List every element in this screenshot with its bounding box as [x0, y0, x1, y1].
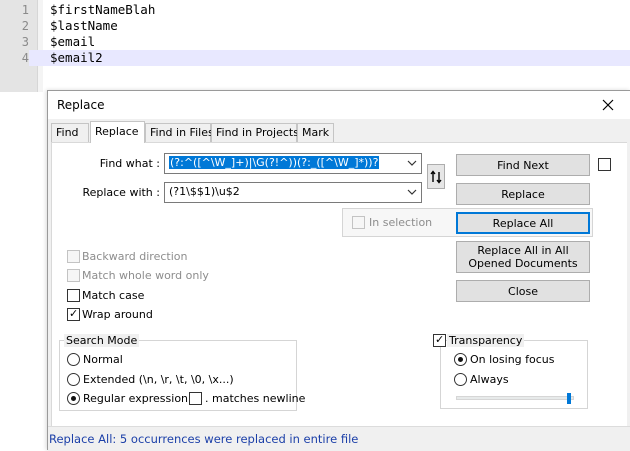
- transparency-slider-thumb[interactable]: [566, 393, 571, 404]
- match-whole-word-checkbox[interactable]: [67, 269, 80, 282]
- normal-radio-label: Normal: [83, 353, 123, 366]
- replace-all-opened-label: Replace All in All Opened Documents: [468, 244, 578, 270]
- find-what-combobox[interactable]: (?:^([^\W_]+)|\G(?!^))(?:_([^\W_]*))?: [164, 153, 422, 174]
- code-editor[interactable]: 1 $firstNameBlah 2 $lastName 3 $email 4 …: [0, 0, 630, 92]
- tab-label: Mark: [302, 126, 330, 139]
- swap-arrows-icon[interactable]: [427, 164, 445, 189]
- tab-find-in-files[interactable]: Find in Files: [145, 123, 214, 142]
- regular-expression-radio[interactable]: [67, 392, 80, 405]
- in-selection-checkbox[interactable]: [352, 216, 365, 229]
- editor-line-current[interactable]: 4 $email2: [0, 50, 630, 66]
- find-next-label: Find Next: [497, 158, 549, 172]
- backward-direction-checkbox[interactable]: [67, 250, 80, 263]
- tab-mark[interactable]: Mark: [297, 123, 334, 142]
- replace-with-label: Replace with :: [82, 186, 160, 199]
- matches-newline-checkbox[interactable]: [189, 392, 202, 405]
- on-losing-focus-label: On losing focus: [470, 353, 555, 366]
- regular-expression-label: Regular expression: [83, 392, 189, 405]
- tab-find-in-projects[interactable]: Find in Projects: [211, 123, 299, 142]
- editor-line[interactable]: 2 $lastName: [0, 18, 630, 34]
- line-number: 2: [21, 19, 29, 33]
- backward-direction-label: Backward direction: [82, 250, 188, 263]
- dialog-title: Replace: [57, 98, 105, 112]
- transparency-slider[interactable]: [456, 396, 574, 400]
- checkmark-icon: ✓: [69, 307, 79, 320]
- replace-label: Replace: [501, 187, 545, 201]
- extended-radio-label: Extended (\n, \r, \t, \0, \x...): [83, 373, 234, 386]
- wrap-around-label: Wrap around: [82, 308, 153, 321]
- tab-bar: Find Replace Find in Files Find in Proje…: [51, 121, 627, 143]
- replace-all-opened-button[interactable]: Replace All in All Opened Documents: [456, 241, 590, 273]
- radio-dot: [458, 357, 463, 362]
- checkmark-icon: ✓: [435, 333, 445, 346]
- replace-with-value[interactable]: (?1\$$1)\u$2: [169, 185, 240, 198]
- match-case-checkbox[interactable]: [67, 289, 80, 302]
- find-what-value[interactable]: (?:^([^\W_]+)|\G(?!^))(?:_([^\W_]*))?: [169, 156, 380, 169]
- line-number: 1: [21, 3, 29, 17]
- matches-newline-label: . matches newline: [205, 392, 306, 405]
- always-label: Always: [470, 373, 509, 386]
- editor-line[interactable]: 3 $email: [0, 34, 630, 50]
- line-text[interactable]: $lastName: [50, 18, 118, 34]
- normal-radio[interactable]: [67, 353, 80, 366]
- replace-all-label: Replace All: [492, 216, 554, 230]
- close-label: Close: [508, 284, 538, 298]
- tab-replace[interactable]: Replace: [90, 121, 145, 143]
- tab-find[interactable]: Find: [51, 123, 89, 142]
- on-losing-focus-radio[interactable]: [454, 353, 467, 366]
- match-case-label: Match case: [82, 289, 145, 302]
- line-text[interactable]: $email: [50, 34, 95, 50]
- chevron-down-icon[interactable]: [407, 158, 417, 168]
- tab-label: Find: [56, 126, 79, 139]
- wrap-around-checkbox[interactable]: ✓: [67, 307, 80, 321]
- status-message: Replace All: 5 occurrences were replaced…: [49, 432, 359, 446]
- find-next-extra-checkbox[interactable]: [598, 158, 611, 171]
- search-mode-title: Search Mode: [64, 334, 140, 347]
- tab-label: Replace: [95, 125, 139, 138]
- replace-button[interactable]: Replace: [456, 183, 590, 205]
- always-radio[interactable]: [454, 373, 467, 386]
- in-selection-label: In selection: [369, 216, 433, 229]
- chevron-down-icon[interactable]: [407, 187, 417, 197]
- status-bar: Replace All: 5 occurrences were replaced…: [48, 426, 630, 451]
- extended-radio[interactable]: [67, 373, 80, 386]
- close-icon[interactable]: [598, 95, 618, 115]
- find-next-button[interactable]: Find Next: [456, 154, 590, 176]
- replace-all-button[interactable]: Replace All: [456, 212, 590, 234]
- transparency-label: Transparency: [447, 334, 525, 347]
- dialog-titlebar[interactable]: Replace: [48, 91, 630, 119]
- line-text[interactable]: $email2: [50, 50, 103, 66]
- tab-label: Find in Files: [150, 126, 214, 139]
- radio-dot: [71, 396, 76, 401]
- transparency-checkbox[interactable]: ✓: [433, 333, 446, 347]
- editor-line[interactable]: 1 $firstNameBlah: [0, 2, 630, 18]
- line-number: 4: [0, 50, 29, 66]
- close-button[interactable]: Close: [456, 280, 590, 302]
- replace-with-combobox[interactable]: (?1\$$1)\u$2: [164, 182, 422, 203]
- find-what-label: Find what :: [99, 157, 160, 170]
- line-number: 3: [21, 35, 29, 49]
- match-whole-word-label: Match whole word only: [82, 269, 209, 282]
- replace-dialog: Replace Find Replace Find in Files Find …: [47, 90, 630, 451]
- line-text[interactable]: $firstNameBlah: [50, 2, 155, 18]
- tab-label: Find in Projects: [216, 126, 299, 139]
